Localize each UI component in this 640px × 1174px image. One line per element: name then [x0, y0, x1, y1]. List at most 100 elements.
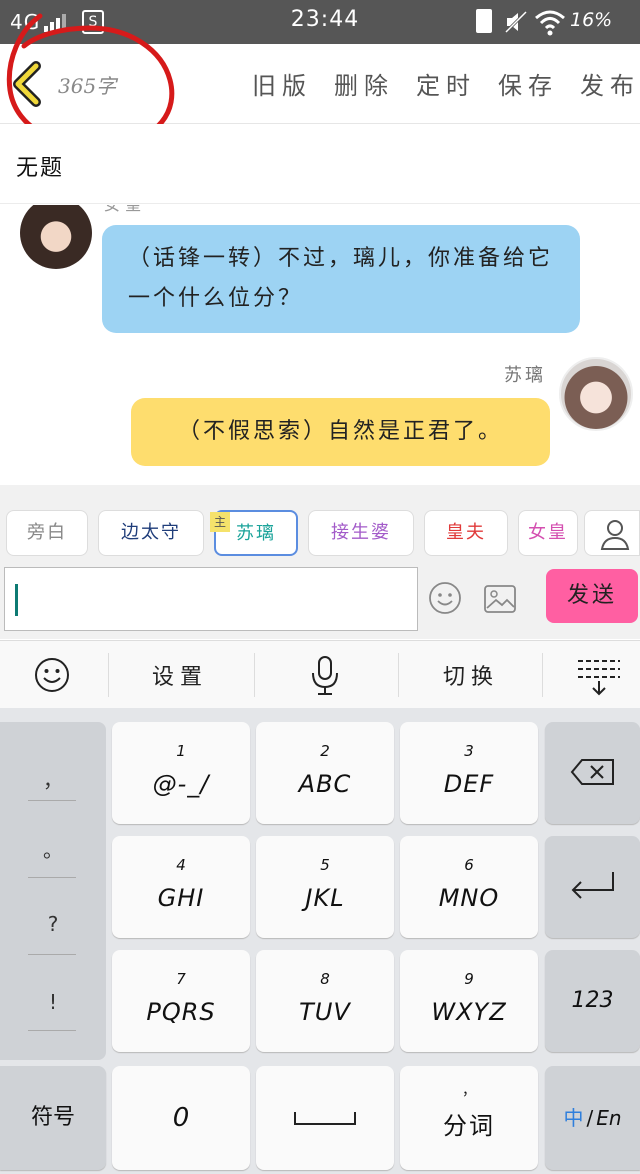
key-1-number: 1 [176, 742, 186, 760]
role-midwife[interactable]: 接生婆 [308, 510, 414, 556]
ime-separator [398, 653, 399, 697]
segment-label: 分词 [443, 1112, 495, 1140]
key-9-letters: WXYZ [431, 998, 507, 1026]
chat-area: 女 皇 （话锋一转）不过，璃儿，你准备给它一个什么位分？ 苏璃 （不假思索）自然… [0, 205, 640, 485]
key-9[interactable]: 9 WXYZ [400, 950, 538, 1052]
role-consort[interactable]: 皇夫 [424, 510, 508, 556]
key-3-letters: DEF [443, 770, 495, 798]
backspace-key[interactable] [545, 722, 640, 824]
key-7[interactable]: 7 PQRS [112, 950, 250, 1052]
emoji-icon[interactable] [428, 581, 462, 615]
key-3-number: 3 [464, 742, 474, 760]
key-8-number: 8 [320, 970, 330, 988]
key-6[interactable]: 6 MNO [400, 836, 538, 938]
old-version-button[interactable]: 旧版 [252, 66, 312, 101]
backspace-icon [570, 759, 614, 785]
key-2-letters: ABC [298, 770, 352, 798]
ime-separator [108, 653, 109, 697]
schedule-button[interactable]: 定时 [416, 66, 476, 101]
battery-percent: 16% [570, 9, 613, 31]
key-3[interactable]: 3 DEF [400, 722, 538, 824]
network-type: 4G [10, 10, 41, 34]
punct-exclaim[interactable]: ! [0, 990, 106, 1014]
punct-separator [28, 1030, 76, 1031]
status-bar: 4G S 23:44 16% [0, 0, 640, 44]
key-7-number: 7 [176, 970, 186, 988]
title-row[interactable]: 无题 [0, 124, 640, 204]
role-narrator[interactable]: 旁白 [6, 510, 88, 556]
key-2-number: 2 [320, 742, 330, 760]
key-4-letters: GHI [157, 884, 205, 912]
space-bar-icon [294, 1112, 356, 1125]
lang-en: En [596, 1106, 622, 1130]
lang-separator: / [586, 1106, 594, 1130]
enter-key[interactable] [545, 836, 640, 938]
microphone-icon[interactable] [309, 655, 341, 697]
document-title[interactable]: 无题 [16, 150, 64, 182]
clock: 23:44 [290, 7, 360, 32]
key-1[interactable]: 1 @-_/ [112, 722, 250, 824]
punct-comma[interactable]: ， [0, 764, 106, 793]
zero-key[interactable]: 0 [112, 1066, 250, 1170]
role-manage-button[interactable] [584, 510, 640, 556]
key-2[interactable]: 2 ABC [256, 722, 394, 824]
key-4-number: 4 [176, 856, 186, 874]
message-bubble-yellow[interactable]: （不假思索）自然是正君了。 [131, 398, 550, 466]
ime-switch-button[interactable]: 切换 [443, 659, 499, 691]
speaker-name-right: 苏璃 [504, 365, 546, 386]
image-icon[interactable] [483, 584, 517, 614]
word-count: 365字 [58, 74, 117, 98]
role-governor[interactable]: 边太守 [98, 510, 204, 556]
numbers-key[interactable]: 123 [545, 950, 640, 1052]
main-role-badge: 主 [210, 512, 230, 532]
punct-period[interactable]: 。 [0, 834, 106, 863]
punctuation-column[interactable]: ， 。 ? ! [0, 722, 106, 1060]
key-6-letters: MNO [438, 884, 500, 912]
sim-badge: S [82, 10, 104, 34]
delete-button[interactable]: 删除 [334, 66, 394, 101]
segment-mark: ， [462, 1083, 476, 1099]
key-4[interactable]: 4 GHI [112, 836, 250, 938]
key-5-letters: JKL [305, 884, 345, 912]
emoji-keyboard-icon[interactable] [34, 657, 70, 693]
ime-separator [542, 653, 543, 697]
ime-separator [254, 653, 255, 697]
key-6-number: 6 [464, 856, 474, 874]
space-key[interactable] [256, 1066, 394, 1170]
language-switch-key[interactable]: 中 / En [545, 1066, 640, 1170]
avatar-empress[interactable] [20, 205, 92, 269]
publish-button[interactable]: 发布 [580, 66, 640, 101]
key-5[interactable]: 5 JKL [256, 836, 394, 938]
punct-question[interactable]: ? [0, 912, 106, 936]
send-button[interactable]: 发送 [546, 569, 638, 623]
back-arrow-icon[interactable] [10, 60, 46, 108]
save-button[interactable]: 保存 [498, 66, 558, 101]
text-caret [15, 584, 18, 616]
message-input[interactable] [4, 567, 418, 631]
ime-settings-button[interactable]: 设置 [152, 659, 208, 691]
segment-key[interactable]: ， 分词 [400, 1066, 538, 1170]
punct-separator [28, 800, 76, 801]
key-5-number: 5 [320, 856, 330, 874]
symbols-key[interactable]: 符号 [0, 1066, 106, 1170]
signal-icon [44, 12, 68, 32]
role-empress[interactable]: 女皇 [518, 510, 578, 556]
key-8-letters: TUV [299, 998, 351, 1026]
wifi-icon [535, 10, 565, 36]
lang-zh: 中 [563, 1106, 584, 1130]
mute-icon [504, 10, 528, 34]
key-1-letters: @-_/ [152, 770, 210, 798]
key-7-letters: PQRS [146, 998, 216, 1026]
hide-keyboard-icon[interactable] [576, 657, 622, 697]
t9-keyboard: ， 。 ? ! 1 @-_/ 2 ABC 3 DEF 4 GHI 5 JKL 6… [0, 708, 640, 1174]
avatar-suli[interactable] [559, 357, 633, 431]
key-8[interactable]: 8 TUV [256, 950, 394, 1052]
key-9-number: 9 [464, 970, 474, 988]
message-bubble-blue[interactable]: （话锋一转）不过，璃儿，你准备给它一个什么位分？ [102, 225, 580, 333]
role-bar: 旁白 边太守 苏璃 主 接生婆 皇夫 女皇 发送 [0, 485, 640, 639]
header-actions: 旧版 删除 定时 保存 发布 [230, 66, 640, 101]
ime-toolbar: 设置 切换 [0, 640, 640, 708]
punct-separator [28, 877, 76, 878]
enter-icon [571, 872, 614, 899]
punct-separator [28, 954, 76, 955]
